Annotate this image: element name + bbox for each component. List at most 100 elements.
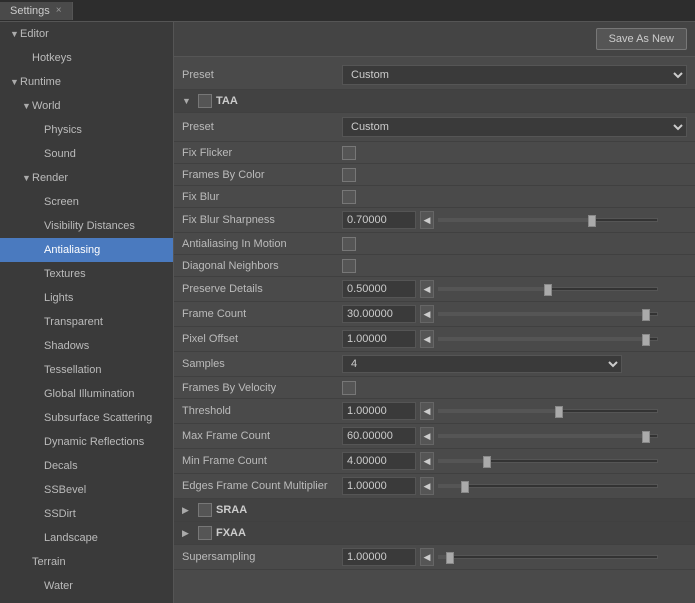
taa-preset-select[interactable]: Custom xyxy=(342,117,687,137)
fxaa-section-header[interactable]: ▶ FXAA xyxy=(174,522,695,545)
spin-preserve-details[interactable]: ◀ xyxy=(420,280,434,298)
thumb-preserve-details[interactable] xyxy=(544,284,552,296)
sidebar-item-global-illumination[interactable]: Global Illumination xyxy=(0,382,173,406)
sidebar-item-render[interactable]: ▼Render xyxy=(0,166,173,190)
spin-min-frame-count[interactable]: ◀ xyxy=(420,452,434,470)
track-max-frame-count[interactable] xyxy=(438,434,658,438)
track-min-frame-count[interactable] xyxy=(438,459,658,463)
checkbox-fix-flicker[interactable] xyxy=(342,146,356,160)
slider-min-frame-count[interactable] xyxy=(434,459,687,463)
sidebar-item-lights[interactable]: Lights xyxy=(0,286,173,310)
spin-edges-frame-count-multiplier[interactable]: ◀ xyxy=(420,477,434,495)
value-frame-count: ◀ xyxy=(342,305,434,323)
sidebar-item-tessellation[interactable]: Tessellation xyxy=(0,358,173,382)
track-frame-count[interactable] xyxy=(438,312,658,316)
input-preserve-details[interactable] xyxy=(342,280,416,298)
tab-close-icon[interactable]: × xyxy=(56,5,62,16)
top-preset-select[interactable]: Custom xyxy=(342,65,687,85)
spin-max-frame-count[interactable]: ◀ xyxy=(420,427,434,445)
input-frame-count[interactable] xyxy=(342,305,416,323)
spin-fix-blur-sharpness[interactable]: ◀ xyxy=(420,211,434,229)
sidebar-item-antialiasing[interactable]: Antialiasing xyxy=(0,238,173,262)
sidebar-item-editor[interactable]: ▼Editor xyxy=(0,22,173,46)
slider-edges-frame-count-multiplier[interactable] xyxy=(434,484,687,488)
sidebar-item-label: Runtime xyxy=(20,76,61,88)
input-pixel-offset[interactable] xyxy=(342,330,416,348)
supersampling-slider[interactable] xyxy=(434,555,687,559)
thumb-min-frame-count[interactable] xyxy=(483,456,491,468)
checkbox-fix-blur[interactable] xyxy=(342,190,356,204)
select-samples[interactable]: 4 xyxy=(342,355,622,373)
supersampling-thumb[interactable] xyxy=(446,552,454,564)
sidebar-item-hotkeys[interactable]: Hotkeys xyxy=(0,46,173,70)
thumb-frame-count[interactable] xyxy=(642,309,650,321)
sidebar-item-runtime[interactable]: ▼Runtime xyxy=(0,70,173,94)
sidebar-item-clouds[interactable]: Clouds xyxy=(0,598,173,603)
thumb-pixel-offset[interactable] xyxy=(642,334,650,346)
sidebar-item-screen[interactable]: Screen xyxy=(0,190,173,214)
spin-pixel-offset[interactable]: ◀ xyxy=(420,330,434,348)
input-min-frame-count[interactable] xyxy=(342,452,416,470)
sidebar-item-shadows[interactable]: Shadows xyxy=(0,334,173,358)
track-fix-blur-sharpness[interactable] xyxy=(438,218,658,222)
track-edges-frame-count-multiplier[interactable] xyxy=(438,484,658,488)
sidebar-item-ssbevel[interactable]: SSBevel xyxy=(0,478,173,502)
checkbox-frames-by-color[interactable] xyxy=(342,168,356,182)
slider-threshold[interactable] xyxy=(434,409,687,413)
slider-fix-blur-sharpness[interactable] xyxy=(434,218,687,222)
thumb-fix-blur-sharpness[interactable] xyxy=(588,215,596,227)
settings-tab[interactable]: Settings × xyxy=(0,2,73,20)
setting-row-threshold: Threshold ◀ xyxy=(174,399,695,424)
supersampling-track[interactable] xyxy=(438,555,658,559)
sidebar-item-terrain[interactable]: Terrain xyxy=(0,550,173,574)
sidebar-item-physics[interactable]: Physics xyxy=(0,118,173,142)
label-frames-by-color: Frames By Color xyxy=(182,169,342,181)
sidebar-item-textures[interactable]: Textures xyxy=(0,262,173,286)
sidebar-item-label: Sound xyxy=(44,148,76,160)
slider-max-frame-count[interactable] xyxy=(434,434,687,438)
sidebar-item-sound[interactable]: Sound xyxy=(0,142,173,166)
thumb-threshold[interactable] xyxy=(555,406,563,418)
sidebar-item-water[interactable]: Water xyxy=(0,574,173,598)
taa-checkbox[interactable] xyxy=(198,94,212,108)
input-edges-frame-count-multiplier[interactable] xyxy=(342,477,416,495)
fill-pixel-offset xyxy=(439,338,646,340)
sidebar-item-label: Physics xyxy=(44,124,82,136)
supersampling-spin-icon[interactable]: ◀ xyxy=(420,548,434,566)
thumb-edges-frame-count-multiplier[interactable] xyxy=(461,481,469,493)
checkbox-diagonal-neighbors[interactable] xyxy=(342,259,356,273)
fxaa-checkbox[interactable] xyxy=(198,526,212,540)
track-threshold[interactable] xyxy=(438,409,658,413)
supersampling-input[interactable] xyxy=(342,548,416,566)
thumb-max-frame-count[interactable] xyxy=(642,431,650,443)
sidebar-item-ssdirt[interactable]: SSDirt xyxy=(0,502,173,526)
sidebar-item-subsurface-scattering[interactable]: Subsurface Scattering xyxy=(0,406,173,430)
spin-frame-count[interactable]: ◀ xyxy=(420,305,434,323)
sraa-section-header[interactable]: ▶ SRAA xyxy=(174,499,695,522)
input-max-frame-count[interactable] xyxy=(342,427,416,445)
checkbox-frames-by-velocity[interactable] xyxy=(342,381,356,395)
sidebar-item-label: Textures xyxy=(44,268,86,280)
slider-preserve-details[interactable] xyxy=(434,287,687,291)
taa-section-header[interactable]: ▼ TAA xyxy=(174,90,695,113)
checkbox-antialiasing-in-motion[interactable] xyxy=(342,237,356,251)
sidebar-item-transparent[interactable]: Transparent xyxy=(0,310,173,334)
slider-pixel-offset[interactable] xyxy=(434,337,687,341)
save-as-new-button[interactable]: Save As New xyxy=(596,28,687,50)
sidebar-item-dynamic-reflections[interactable]: Dynamic Reflections xyxy=(0,430,173,454)
sraa-arrow-icon: ▶ xyxy=(182,505,194,516)
track-preserve-details[interactable] xyxy=(438,287,658,291)
sidebar-item-world[interactable]: ▼World xyxy=(0,94,173,118)
setting-row-frames-by-color: Frames By Color xyxy=(174,164,695,186)
value-frames-by-color xyxy=(342,168,356,182)
sidebar-item-decals[interactable]: Decals xyxy=(0,454,173,478)
value-edges-frame-count-multiplier: ◀ xyxy=(342,477,434,495)
slider-frame-count[interactable] xyxy=(434,312,687,316)
track-pixel-offset[interactable] xyxy=(438,337,658,341)
sraa-checkbox[interactable] xyxy=(198,503,212,517)
sidebar-item-landscape[interactable]: Landscape xyxy=(0,526,173,550)
input-threshold[interactable] xyxy=(342,402,416,420)
spin-threshold[interactable]: ◀ xyxy=(420,402,434,420)
sidebar-item-visibility-distances[interactable]: Visibility Distances xyxy=(0,214,173,238)
input-fix-blur-sharpness[interactable] xyxy=(342,211,416,229)
